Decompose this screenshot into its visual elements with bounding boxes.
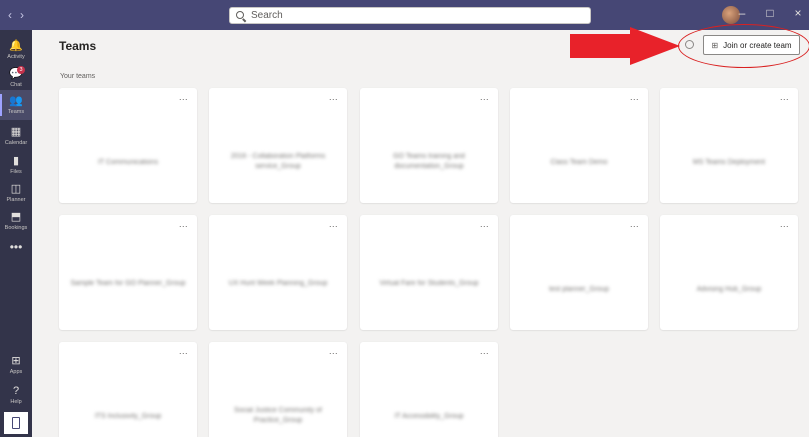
team-card[interactable]: ... Virtual Fare for Students_Group [360,215,498,330]
more-options-icon[interactable]: ... [780,219,789,229]
rail-item-label: Apps [9,369,23,375]
rail-item-label: Teams [7,109,25,115]
team-name: Social Justice Community of Practice_Gro… [234,407,322,424]
files-icon: ▮ [12,155,20,167]
team-name: GO Teams training and documentation_Grou… [393,153,465,170]
maximize-button[interactable]: □ [763,6,777,20]
team-name: 2016 - Collaboration Platforms service_G… [230,153,326,170]
close-button[interactable]: × [791,6,805,20]
rail-item-planner[interactable]: ◫ Planner [0,178,32,208]
rail-item-files[interactable]: ▮ Files [0,150,32,180]
team-card[interactable]: ... Class Team Demo [510,88,648,203]
team-name: Virtual Fare for Students_Group [379,280,479,287]
bookings-icon: ⬒ [10,211,22,223]
rail-item-label: Help [10,399,22,405]
team-card[interactable]: ... 2016 - Collaboration Platforms servi… [209,88,347,203]
your-teams-heading: Your teams [60,73,96,80]
team-name: IT Accessibility_Group [394,413,464,420]
team-card[interactable]: ... UX Hunt Week Planning_Group [209,215,347,330]
unread-badge: 3 [17,66,25,74]
add-team-icon: ⊞ [711,40,719,50]
team-card[interactable]: ... MS Teams Deployment [660,88,798,203]
teams-app-window: ‹ › Search – □ × 🔔 Activity 💬 3 Chat 👥 T… [0,0,809,437]
team-name: UX Hunt Week Planning_Group [228,280,328,287]
team-name: Advising Hub_Group [696,286,762,293]
more-options-icon[interactable]: ... [480,346,489,356]
more-options-icon[interactable]: ... [480,219,489,229]
team-card[interactable]: ... Advising Hub_Group [660,215,798,330]
rail-item-bookings[interactable]: ⬒ Bookings [0,206,32,236]
rail-item-label: Chat [10,82,22,88]
team-card[interactable]: ... ITS Inclusivity_Group [59,342,197,437]
search-placeholder: Search [251,10,283,21]
more-options-icon[interactable]: ... [630,92,639,102]
help-icon: ? [12,385,20,397]
rail-item-calendar[interactable]: ▦ Calendar [0,121,32,151]
title-bar: ‹ › Search – □ × [0,0,809,30]
more-options-icon[interactable]: ... [329,92,338,102]
rail-item-label: Activity [7,54,25,60]
rail-item-label: Calendar [4,140,28,146]
rail-item-label: Bookings [4,225,28,231]
team-name: IT Communications [97,159,159,166]
more-options-icon[interactable]: ... [329,346,338,356]
more-apps-icon[interactable]: ••• [0,240,32,254]
back-arrow-icon[interactable]: ‹ [8,8,12,22]
team-card[interactable]: ... test planner_Group [510,215,648,330]
apps-icon: ⊞ [11,355,21,367]
join-or-create-team-button[interactable]: ⊞ Join or create team [703,35,800,55]
phone-icon [12,417,20,429]
calendar-icon: ▦ [10,126,22,138]
window-controls: – □ × [735,6,805,20]
annotation-arrow-head [630,27,680,65]
team-name: Sample Team for GO Planner_Group [70,280,186,287]
minimize-button[interactable]: – [735,6,749,20]
more-options-icon[interactable]: ... [179,346,188,356]
more-options-icon[interactable]: ... [329,219,338,229]
team-card[interactable]: ... Sample Team for GO Planner_Group [59,215,197,330]
search-icon [236,11,245,20]
team-card[interactable]: ... Social Justice Community of Practice… [209,342,347,437]
gear-icon[interactable] [685,40,694,49]
bell-icon: 🔔 [9,40,23,52]
team-name: test planner_Group [549,286,609,293]
rail-item-activity[interactable]: 🔔 Activity [0,35,32,65]
join-button-label: Join or create team [723,40,792,50]
rail-item-help[interactable]: ? Help [0,380,32,410]
annotation-arrow [570,34,632,58]
rail-item-chat[interactable]: 💬 3 Chat [0,63,32,93]
page-title: Teams [59,39,97,53]
more-options-icon[interactable]: ... [630,219,639,229]
more-options-icon[interactable]: ... [780,92,789,102]
team-card[interactable]: ... GO Teams training and documentation_… [360,88,498,203]
team-name: ITS Inclusivity_Group [94,413,162,420]
more-options-icon[interactable]: ... [179,219,188,229]
team-card[interactable]: ... IT Accessibility_Group [360,342,498,437]
history-nav: ‹ › [8,8,24,22]
forward-arrow-icon[interactable]: › [20,8,24,22]
team-card[interactable]: ... IT Communications [59,88,197,203]
team-name: Class Team Demo [550,159,608,166]
app-bar: 🔔 Activity 💬 3 Chat 👥 Teams ▦ Calendar ▮… [0,30,32,437]
rail-item-label: Files [10,169,22,175]
rail-item-teams[interactable]: 👥 Teams [0,90,32,120]
teams-icon: 👥 [9,95,23,107]
rail-item-apps[interactable]: ⊞ Apps [0,350,32,380]
more-options-icon[interactable]: ... [480,92,489,102]
search-input[interactable]: Search [229,7,591,24]
more-options-icon[interactable]: ... [179,92,188,102]
team-name: MS Teams Deployment [692,159,766,166]
rail-item-label: Planner [6,197,26,203]
planner-icon: ◫ [10,183,22,195]
device-button[interactable] [4,412,28,434]
